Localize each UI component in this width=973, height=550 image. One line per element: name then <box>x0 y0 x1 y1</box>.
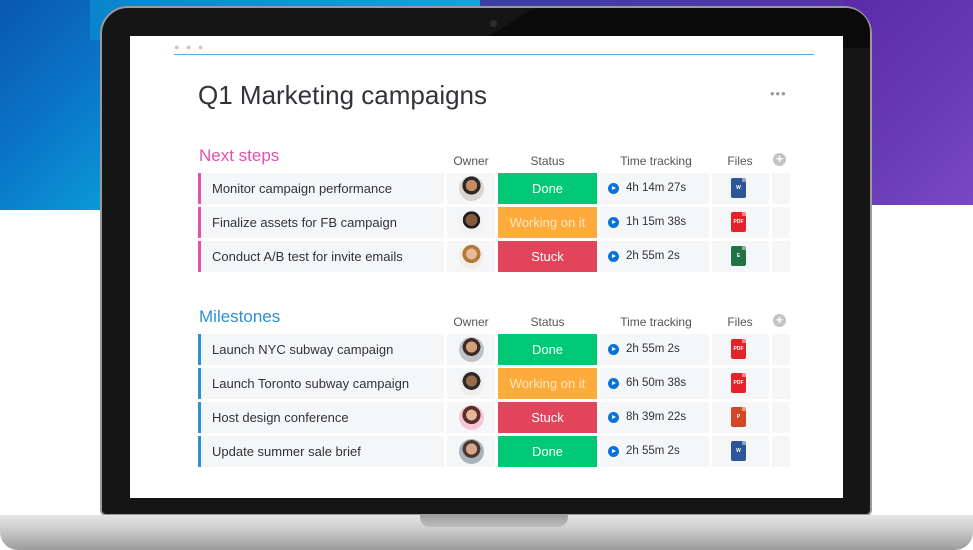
owner-cell[interactable] <box>447 173 495 204</box>
avatar[interactable] <box>459 439 484 464</box>
table-row[interactable]: Conduct A/B test for invite emails Stuck… <box>198 241 790 272</box>
avatar[interactable] <box>459 176 484 201</box>
play-icon[interactable] <box>608 251 619 262</box>
time-tracking-cell[interactable]: 2h 55m 2s <box>600 334 709 365</box>
table-row[interactable]: Launch NYC subway campaign Done 2h 55m 2… <box>198 334 790 365</box>
pdf-file-icon[interactable]: PDF <box>731 212 746 232</box>
empty-cell <box>772 402 790 433</box>
board-title: Q1 Marketing campaigns <box>198 80 488 110</box>
table-row[interactable]: Launch Toronto subway campaign Working o… <box>198 368 790 399</box>
status-badge[interactable]: Stuck <box>498 402 597 433</box>
item-name[interactable]: Launch Toronto subway campaign <box>198 368 444 399</box>
column-header-files[interactable]: Files <box>715 154 765 168</box>
powerpoint-file-icon[interactable]: P <box>731 407 746 427</box>
empty-cell <box>772 207 790 238</box>
laptop-notch <box>420 515 568 527</box>
avatar[interactable] <box>459 337 484 362</box>
column-header-files[interactable]: Files <box>715 315 765 329</box>
time-tracking-cell[interactable]: 4h 14m 27s <box>600 173 709 204</box>
avatar[interactable] <box>459 371 484 396</box>
files-cell[interactable]: W <box>712 173 769 204</box>
table-row[interactable]: Update summer sale brief Done 2h 55m 2s … <box>198 436 790 467</box>
avatar[interactable] <box>459 405 484 430</box>
group-title[interactable]: Next steps <box>199 146 279 166</box>
column-header-status[interactable]: Status <box>498 315 597 329</box>
column-header-time[interactable]: Time tracking <box>603 315 709 329</box>
files-cell[interactable]: PDF <box>712 368 769 399</box>
owner-cell[interactable] <box>447 334 495 365</box>
time-tracking-cell[interactable]: 6h 50m 38s <box>600 368 709 399</box>
time-value: 6h 50m 38s <box>626 377 687 389</box>
empty-cell <box>772 241 790 272</box>
item-name[interactable]: Conduct A/B test for invite emails <box>198 241 444 272</box>
status-badge[interactable]: Stuck <box>498 241 597 272</box>
app-screen: ● ● ● Q1 Marketing campaigns ••• Next st… <box>130 36 843 498</box>
owner-cell[interactable] <box>447 436 495 467</box>
table-row[interactable]: Finalize assets for FB campaign Working … <box>198 207 790 238</box>
empty-cell <box>772 334 790 365</box>
window-dots: ● ● ● <box>174 42 206 52</box>
files-cell[interactable]: P <box>712 402 769 433</box>
status-badge[interactable]: Done <box>498 173 597 204</box>
files-cell[interactable]: PDF <box>712 207 769 238</box>
camera-icon <box>490 20 497 27</box>
item-name[interactable]: Launch NYC subway campaign <box>198 334 444 365</box>
owner-cell[interactable] <box>447 368 495 399</box>
time-value: 2h 55m 2s <box>626 250 680 262</box>
time-value: 2h 55m 2s <box>626 445 680 457</box>
table-row[interactable]: Monitor campaign performance Done 4h 14m… <box>198 173 790 204</box>
pdf-file-icon[interactable]: PDF <box>731 373 746 393</box>
status-badge[interactable]: Done <box>498 436 597 467</box>
stage: ● ● ● Q1 Marketing campaigns ••• Next st… <box>0 0 973 550</box>
play-icon[interactable] <box>608 378 619 389</box>
time-tracking-cell[interactable]: 2h 55m 2s <box>600 241 709 272</box>
files-cell[interactable]: W <box>712 436 769 467</box>
word-file-icon[interactable]: W <box>731 441 746 461</box>
add-column-icon[interactable]: + <box>773 314 786 327</box>
time-tracking-cell[interactable]: 2h 55m 2s <box>600 436 709 467</box>
table-row[interactable]: Host design conference Stuck 8h 39m 22s … <box>198 402 790 433</box>
status-badge[interactable]: Working on it <box>498 207 597 238</box>
owner-cell[interactable] <box>447 207 495 238</box>
files-cell[interactable]: PDF <box>712 334 769 365</box>
item-name[interactable]: Update summer sale brief <box>198 436 444 467</box>
time-tracking-cell[interactable]: 8h 39m 22s <box>600 402 709 433</box>
word-file-icon[interactable]: W <box>731 178 746 198</box>
time-value: 8h 39m 22s <box>626 411 687 423</box>
play-icon[interactable] <box>608 183 619 194</box>
owner-cell[interactable] <box>447 402 495 433</box>
column-header-status[interactable]: Status <box>498 154 597 168</box>
column-header-owner[interactable]: Owner <box>450 315 492 329</box>
pdf-file-icon[interactable]: PDF <box>731 339 746 359</box>
more-dots-icon[interactable]: ••• <box>770 86 787 101</box>
avatar[interactable] <box>459 210 484 235</box>
empty-cell <box>772 436 790 467</box>
play-icon[interactable] <box>608 412 619 423</box>
item-name[interactable]: Host design conference <box>198 402 444 433</box>
owner-cell[interactable] <box>447 241 495 272</box>
files-cell[interactable]: E <box>712 241 769 272</box>
item-name[interactable]: Monitor campaign performance <box>198 173 444 204</box>
status-badge[interactable]: Done <box>498 334 597 365</box>
status-badge[interactable]: Working on it <box>498 368 597 399</box>
play-icon[interactable] <box>608 446 619 457</box>
play-icon[interactable] <box>608 344 619 355</box>
time-tracking-cell[interactable]: 1h 15m 38s <box>600 207 709 238</box>
column-header-time[interactable]: Time tracking <box>603 154 709 168</box>
column-header-owner[interactable]: Owner <box>450 154 492 168</box>
header-divider <box>174 54 814 55</box>
empty-cell <box>772 368 790 399</box>
time-value: 1h 15m 38s <box>626 216 687 228</box>
time-value: 4h 14m 27s <box>626 182 687 194</box>
play-icon[interactable] <box>608 217 619 228</box>
add-column-icon[interactable]: + <box>773 153 786 166</box>
empty-cell <box>772 173 790 204</box>
avatar[interactable] <box>459 244 484 269</box>
group-title[interactable]: Milestones <box>199 307 280 327</box>
item-name[interactable]: Finalize assets for FB campaign <box>198 207 444 238</box>
excel-file-icon[interactable]: E <box>731 246 746 266</box>
time-value: 2h 55m 2s <box>626 343 680 355</box>
